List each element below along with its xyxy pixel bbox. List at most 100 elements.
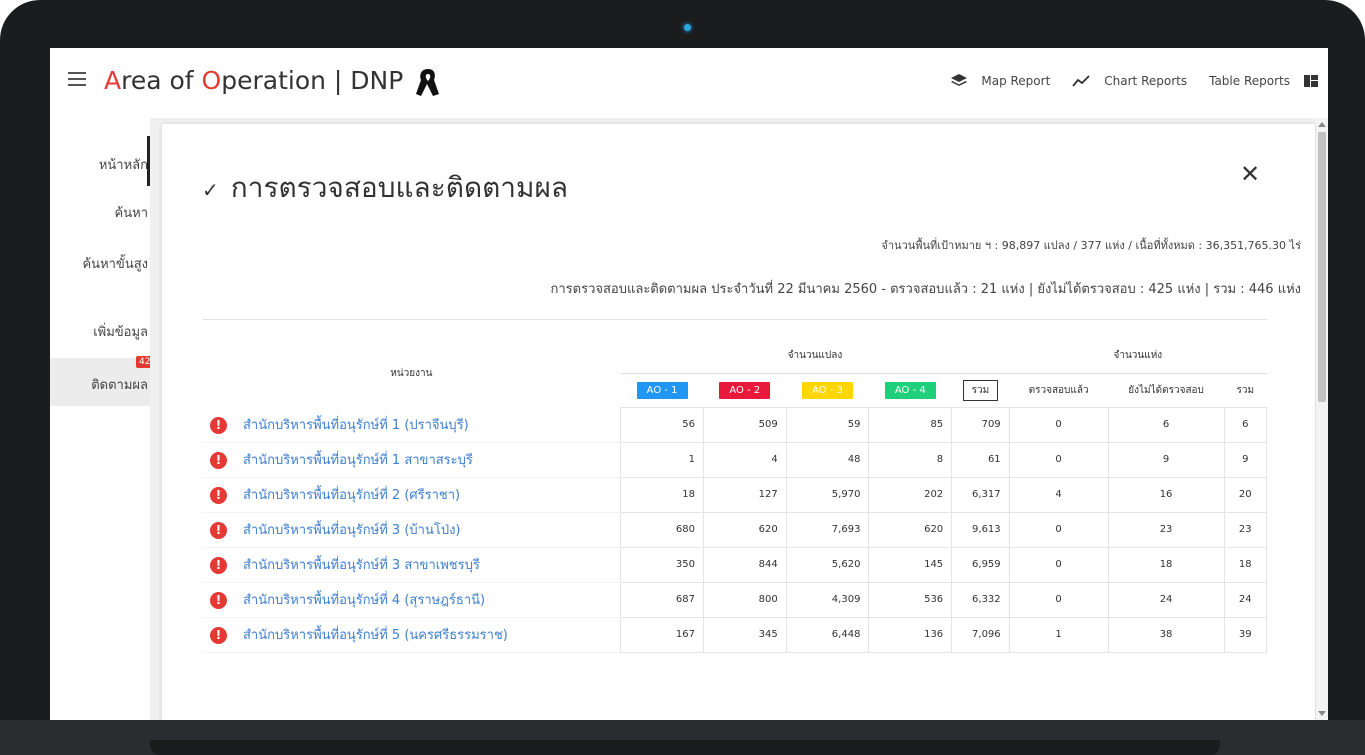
layers-icon — [951, 74, 968, 86]
agency-link[interactable]: สำนักบริหารพื้นที่อนุรักษ์ที่ 1 (ปราจีนบ… — [243, 418, 469, 433]
total-header: รวม — [1236, 384, 1255, 396]
total-cell: 39 — [1223, 616, 1268, 653]
ao4-header: AO - 4 — [869, 373, 952, 407]
checked-cell: 0 — [1008, 441, 1109, 478]
ao4-cell: 620 — [868, 511, 953, 548]
ao4-tag: AO - 4 — [884, 381, 936, 399]
ao3-cell: 6,448 — [785, 616, 870, 653]
check-summary: การตรวจสอบและติดตามผล ประจำวันที่ 22 มีน… — [550, 282, 1301, 297]
checked-cell: 0 — [1008, 546, 1109, 583]
ao1-cell: 18 — [620, 476, 704, 513]
agency-cell[interactable]: ! สำนักบริหารพื้นที่อนุรักษ์ที่ 4 (สุราษฎ… — [202, 582, 622, 618]
ao3-header: AO - 3 — [786, 373, 869, 407]
unchecked-cell: 23 — [1107, 511, 1225, 548]
table-icon — [1304, 75, 1318, 87]
sum-cell: 6,959 — [951, 546, 1010, 583]
agency-cell[interactable]: ! สำนักบริหารพื้นที่อนุรักษ์ที่ 1 (ปราจีน… — [202, 407, 622, 443]
sidebar-item-add-data[interactable]: เพิ่มข้อมูล — [93, 321, 148, 342]
alert-icon: ! — [210, 557, 227, 574]
ao2-header: AO - 2 — [703, 373, 786, 407]
menu-icon[interactable] — [68, 72, 86, 86]
unchecked-cell: 24 — [1107, 581, 1225, 618]
map-report-label: Map Report — [981, 74, 1051, 88]
checked-cell: 0 — [1008, 511, 1109, 548]
agency-cell[interactable]: ! สำนักบริหารพื้นที่อนุรักษ์ที่ 5 (นครศรี… — [202, 617, 622, 653]
sum-cell: 709 — [951, 406, 1010, 443]
alert-icon: ! — [210, 487, 227, 504]
agency-link[interactable]: สำนักบริหารพื้นที่อนุรักษ์ที่ 3 (บ้านโป่… — [243, 523, 461, 538]
checked-cell: 0 — [1008, 581, 1109, 618]
ao3-cell: 5,970 — [785, 476, 870, 513]
agency-header: หน่วยงาน — [390, 367, 433, 379]
table-row: ! สำนักบริหารพื้นที่อนุรักษ์ที่ 5 (นครศรี… — [202, 616, 1268, 653]
close-icon[interactable]: ✕ — [1240, 160, 1260, 188]
page-title-text: การตรวจสอบและติดตามผล — [230, 171, 569, 204]
ao4-cell: 136 — [868, 616, 953, 653]
ao1-cell: 167 — [620, 616, 704, 653]
table-reports-link[interactable]: Table Reports — [1209, 74, 1318, 88]
sidebar-item-search[interactable]: ค้นหา — [115, 202, 148, 223]
agency-link[interactable]: สำนักบริหารพื้นที่อนุรักษ์ที่ 2 (ศรีราชา… — [243, 488, 460, 503]
line-chart-icon — [1072, 75, 1090, 87]
ao4-cell: 8 — [868, 441, 953, 478]
laptop-base-notch — [150, 740, 1220, 755]
sum-cell: 61 — [951, 441, 1010, 478]
unchecked-cell: 18 — [1107, 546, 1225, 583]
check-icon: ✓ — [202, 178, 219, 202]
app-bar: Area of Operation | DNP Map Report Chart… — [50, 48, 1328, 118]
unchecked-header: ยังไม่ได้ตรวจสอบ — [1128, 384, 1204, 396]
table-row: ! สำนักบริหารพื้นที่อนุรักษ์ที่ 1 (ปราจีน… — [202, 406, 1268, 443]
ao2-cell: 620 — [702, 511, 787, 548]
agency-link[interactable]: สำนักบริหารพื้นที่อนุรักษ์ที่ 1 สาขาสระบ… — [243, 453, 473, 468]
ao2-cell: 345 — [702, 616, 787, 653]
alert-icon: ! — [210, 627, 227, 644]
scroll-down-icon[interactable] — [1318, 711, 1326, 716]
chart-reports-label: Chart Reports — [1104, 74, 1188, 88]
ao2-cell: 509 — [702, 406, 787, 443]
plots-group-header: จำนวนแปลง — [620, 339, 1010, 374]
sidebar-item-home[interactable]: หน้าหลัก — [99, 154, 148, 175]
target-summary: จำนวนพื้นที่เป้าหมาย ฯ : 98,897 แปลง / 3… — [881, 239, 1301, 252]
ao1-cell: 350 — [620, 546, 704, 583]
map-report-link[interactable]: Map Report — [951, 74, 1050, 88]
unchecked-cell: 38 — [1107, 616, 1225, 653]
vertical-scrollbar[interactable] — [1316, 118, 1328, 720]
sidebar-item-advanced-search[interactable]: ค้นหาขั้นสูง — [82, 253, 148, 274]
camera-icon — [684, 24, 691, 31]
agency-link[interactable]: สำนักบริหารพื้นที่อนุรักษ์ที่ 5 (นครศรีธ… — [243, 628, 508, 643]
sum-header: รวม — [952, 373, 1010, 407]
checked-cell: 4 — [1008, 476, 1109, 513]
brand-text-2: peration | DNP — [221, 66, 404, 95]
total-cell: 18 — [1223, 546, 1268, 583]
total-cell: 6 — [1223, 406, 1268, 443]
divider — [202, 319, 1267, 320]
scroll-up-icon[interactable] — [1318, 122, 1326, 127]
sidebar-item-follow-up[interactable]: ติดตามผล — [91, 374, 148, 395]
brand-text-1: rea of — [121, 66, 202, 95]
ao2-cell: 844 — [702, 546, 787, 583]
ao1-cell: 56 — [620, 406, 704, 443]
agency-cell[interactable]: ! สำนักบริหารพื้นที่อนุรักษ์ที่ 3 สาขาเพช… — [202, 547, 622, 583]
screen: Area of Operation | DNP Map Report Chart… — [50, 48, 1328, 720]
ao3-cell: 48 — [785, 441, 870, 478]
agency-cell[interactable]: ! สำนักบริหารพื้นที่อนุรักษ์ที่ 3 (บ้านโป… — [202, 512, 622, 548]
ao2-cell: 800 — [702, 581, 787, 618]
total-cell: 23 — [1223, 511, 1268, 548]
alert-icon: ! — [210, 522, 227, 539]
agency-cell[interactable]: ! สำนักบริหารพื้นที่อนุรักษ์ที่ 2 (ศรีราช… — [202, 477, 622, 513]
table-row: ! สำนักบริหารพื้นที่อนุรักษ์ที่ 4 (สุราษฎ… — [202, 581, 1268, 618]
agency-cell[interactable]: ! สำนักบริหารพื้นที่อนุรักษ์ที่ 1 สาขาสระ… — [202, 442, 622, 478]
agency-link[interactable]: สำนักบริหารพื้นที่อนุรักษ์ที่ 4 (สุราษฎร… — [243, 593, 485, 608]
chart-reports-link[interactable]: Chart Reports — [1072, 74, 1187, 88]
ao1-cell: 1 — [620, 441, 704, 478]
ao4-cell: 145 — [868, 546, 953, 583]
scroll-thumb[interactable] — [1318, 132, 1326, 402]
ao3-cell: 4,309 — [785, 581, 870, 618]
sum-cell: 6,332 — [951, 581, 1010, 618]
sum-cell: 7,096 — [951, 616, 1010, 653]
ao4-cell: 536 — [868, 581, 953, 618]
total-cell: 9 — [1223, 441, 1268, 478]
ao2-tag: AO - 2 — [719, 381, 771, 399]
agency-link[interactable]: สำนักบริหารพื้นที่อนุรักษ์ที่ 3 สาขาเพชร… — [243, 558, 480, 573]
checked-header: ตรวจสอบแล้ว — [1028, 384, 1089, 396]
